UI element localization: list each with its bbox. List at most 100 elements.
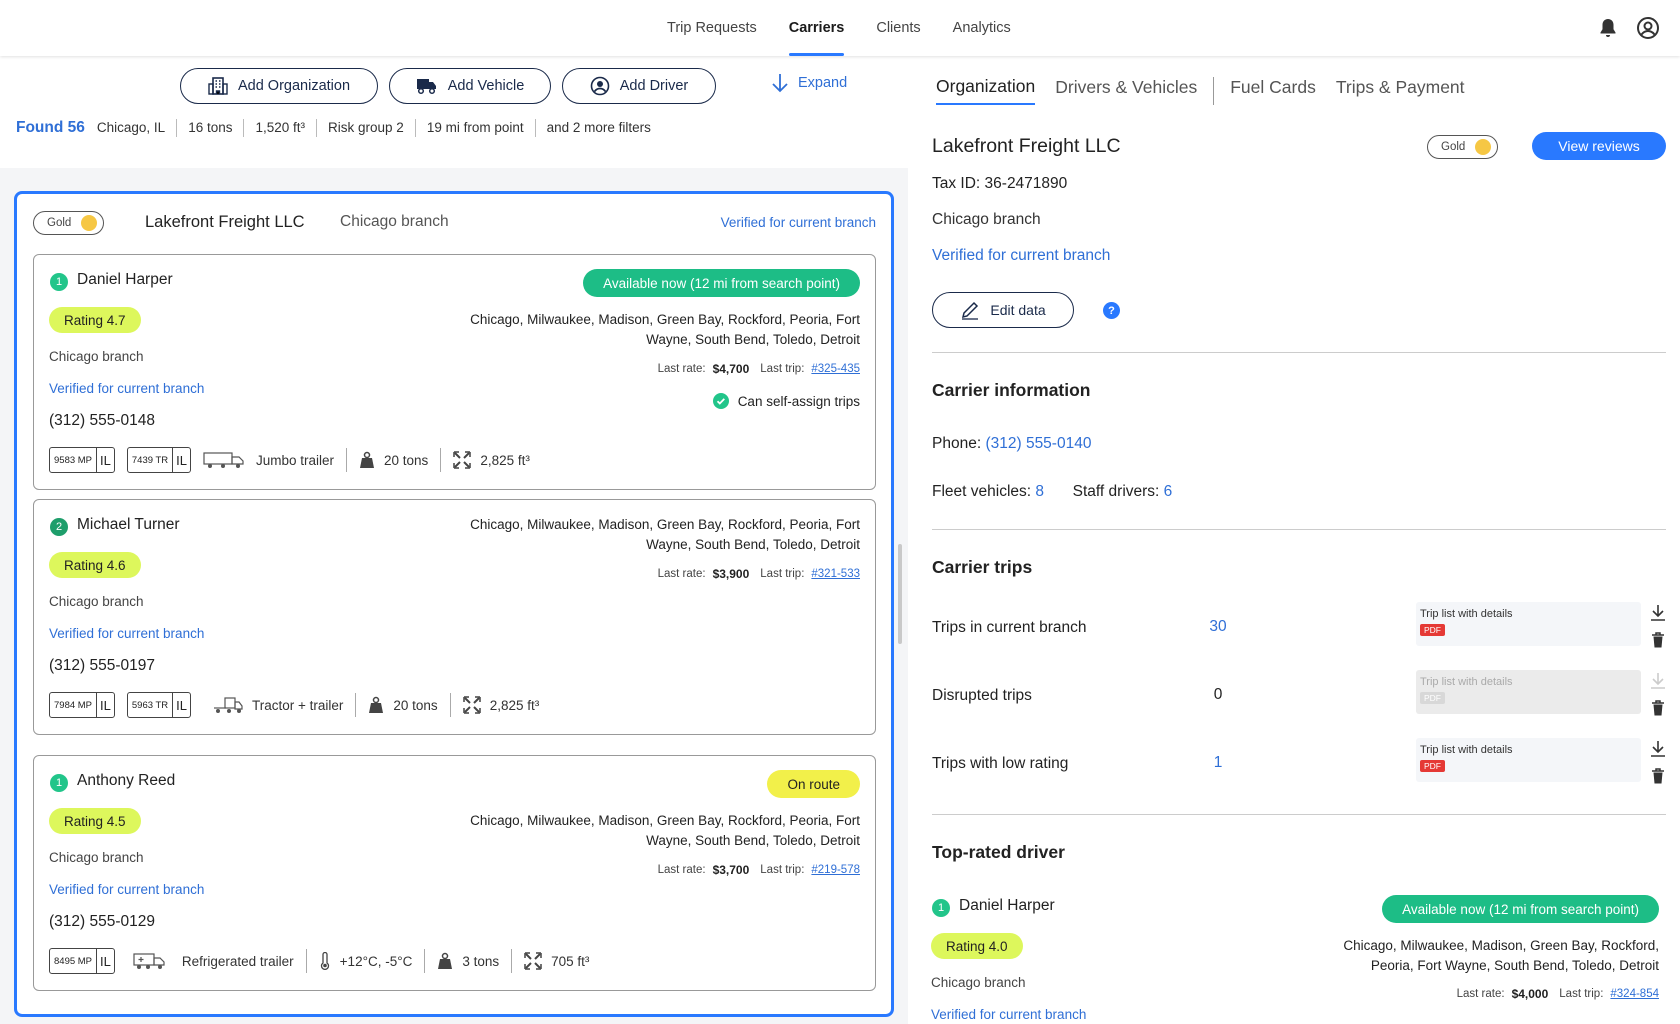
download-icon-disabled [1649,672,1667,690]
last-rate-label: Last rate: [657,363,706,375]
driver-name[interactable]: Daniel Harper [77,271,173,289]
tab-fuel-cards[interactable]: Fuel Cards [1230,77,1316,104]
top-driver-card[interactable]: 1 Daniel Harper Rating 4.0 Chicago branc… [916,884,1674,1024]
weight-icon [437,952,453,970]
trip-stat-value[interactable]: 30 [1198,618,1238,636]
add-driver-button[interactable]: Add Driver [562,68,716,104]
driver-cities: Chicago, Milwaukee, Madison, Green Bay, … [440,310,860,350]
tab-organization[interactable]: Organization [936,76,1036,105]
filter-distance[interactable]: 19 mi from point [414,119,535,137]
last-rate-value: $3,900 [712,567,750,581]
plate-region: IL [172,448,190,472]
last-trip-link[interactable]: #219-578 [811,864,860,876]
last-rate-label: Last rate: [1456,988,1505,1000]
plate-number: 7984 MP [54,699,93,711]
filter-weight[interactable]: 16 tons [176,119,243,137]
help-icon[interactable]: ? [1103,302,1120,319]
add-organization-button[interactable]: Add Organization [180,68,378,104]
download-icon[interactable] [1649,604,1667,622]
driver-name[interactable]: Michael Turner [77,516,180,534]
last-trip-link[interactable]: #321-533 [811,568,860,580]
filter-risk-group[interactable]: Risk group 2 [316,119,415,137]
organization-card[interactable]: Gold Lakefront Freight LLC Chicago branc… [14,191,894,1017]
user-circle-icon [590,76,610,96]
driver-card[interactable]: 1 Daniel Harper Rating 4.7 Chicago branc… [33,254,876,490]
last-rate-value: $4,700 [712,362,750,376]
nav-trip-requests[interactable]: Trip Requests [667,0,757,56]
driver-branch: Chicago branch [49,349,144,364]
add-vehicle-button[interactable]: Add Vehicle [389,68,551,104]
divider [932,529,1666,530]
download-icon[interactable] [1649,740,1667,758]
trip-stat-label: Trips with low rating [932,755,1069,772]
vehicle-type: Refrigerated trailer [181,953,294,969]
user-profile-icon[interactable] [1636,16,1660,40]
last-trip-link[interactable]: #324-854 [1610,988,1659,1000]
plate-region: IL [172,693,190,717]
trash-icon[interactable] [1649,699,1667,717]
trip-stat-value: 0 [1213,686,1223,703]
organization-detail-panel: Organization Drivers & Vehicles Fuel Car… [908,56,1680,1024]
driver-branch: Chicago branch [931,975,1026,990]
trash-icon[interactable] [1649,767,1667,785]
filter-volume[interactable]: 1,520 ft³ [243,119,316,137]
cities-line-1: Chicago, Milwaukee, Madison, Green Bay, … [470,813,860,828]
last-trip-link[interactable]: #325-435 [811,363,860,375]
cities-line-2: Peoria, Fort Wayne, South Bend, Toledo, … [1370,958,1659,973]
jumbo-trailer-icon [203,451,247,469]
expand-button[interactable]: Expand [770,72,847,94]
nav-carriers[interactable]: Carriers [788,0,844,56]
edit-data-label: Edit data [990,302,1046,318]
arrow-down-icon [770,72,790,94]
org-branch: Chicago branch [340,213,449,230]
driver-rating: Rating 4.7 [49,307,141,333]
add-vehicle-label: Add Vehicle [447,78,525,94]
divider [932,352,1666,353]
list-header: Add Organization Add Vehicle Add Driver … [0,56,908,168]
trailer-plate: 5963 TR IL [126,692,191,718]
bell-icon[interactable] [1596,16,1620,40]
last-trip-label: Last trip: [760,363,805,375]
carrier-phone[interactable]: (312) 555-0140 [985,435,1091,452]
last-trip-label: Last trip: [760,864,805,876]
driver-card[interactable]: 1 Anthony Reed Rating 4.5 Chicago branch… [33,755,876,991]
staff-count[interactable]: 6 [1164,483,1173,500]
volume: 2,825 ft³ [480,452,530,468]
scrollbar-thumb[interactable] [898,544,902,644]
tab-drivers-vehicles[interactable]: Drivers & Vehicles [1055,77,1197,104]
check-circle-icon [712,393,729,409]
license-plate: 8495 MP IL [49,948,115,974]
building-icon [208,76,228,96]
fleet-count[interactable]: 8 [1035,483,1044,500]
pdf-download-box[interactable]: Trip list with details PDF [1416,602,1641,646]
view-reviews-button[interactable]: View reviews [1532,132,1666,160]
expand-label: Expand [798,75,848,91]
vehicle-type: Jumbo trailer [255,452,335,468]
thermometer-icon [319,952,331,970]
pencil-icon [960,300,980,320]
trip-stat-value[interactable]: 1 [1198,754,1238,772]
driver-verified: Verified for current branch [49,381,205,396]
vehicle-row: 9583 MP IL 7439 TR IL Jumbo trailer 20 ton… [49,446,530,474]
driver-phone: (312) 555-0197 [49,657,155,674]
nav-clients[interactable]: Clients [876,0,920,56]
detail-branch: Chicago branch [932,211,1041,228]
top-driver-title: Top-rated driver [932,842,1065,862]
tab-trips-payment[interactable]: Trips & Payment [1336,77,1465,104]
filter-location[interactable]: Chicago, IL [97,119,176,137]
cities-line-2: Wayne, South Bend, Toledo, Detroit [646,537,860,552]
weight-icon [359,451,375,469]
driver-name[interactable]: Anthony Reed [77,772,175,790]
nav-analytics[interactable]: Analytics [953,0,1011,56]
driver-rank-badge: 1 [932,899,950,917]
driver-branch: Chicago branch [49,594,144,609]
edit-data-button[interactable]: Edit data [932,292,1074,328]
pdf-download-box[interactable]: Trip list with details PDF [1416,738,1641,782]
pdf-badge: PDF [1420,760,1445,772]
last-trip-label: Last trip: [760,568,805,580]
trash-icon[interactable] [1649,631,1667,649]
driver-name[interactable]: Daniel Harper [959,897,1055,915]
weight-icon [368,696,384,714]
driver-card[interactable]: 2 Michael Turner Rating 4.6 Chicago bran… [33,499,876,735]
filter-more[interactable]: and 2 more filters [534,119,662,137]
